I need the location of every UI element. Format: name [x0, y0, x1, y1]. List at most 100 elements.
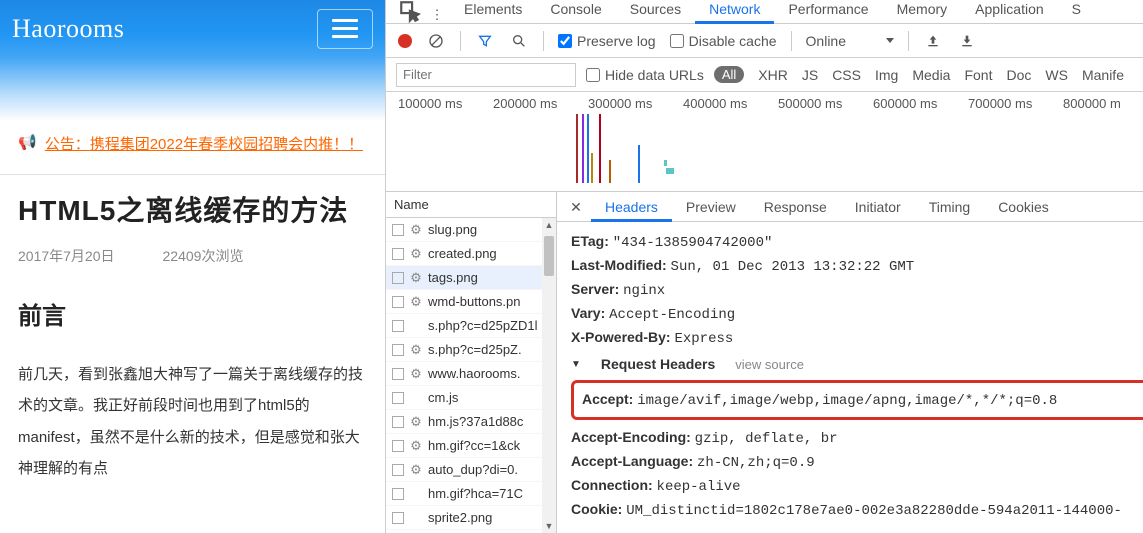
header-gradient: [0, 57, 385, 121]
disable-cache-checkbox[interactable]: Disable cache: [670, 33, 777, 49]
filter-type-font[interactable]: Font: [964, 67, 992, 83]
request-name: tags.png: [428, 270, 478, 285]
checkbox-icon: [392, 440, 404, 452]
filter-type-media[interactable]: Media: [912, 67, 950, 83]
gear-icon: ⚙: [409, 271, 423, 285]
throttling-select[interactable]: Online: [806, 33, 894, 49]
devtools-tab-performance[interactable]: Performance: [774, 0, 882, 23]
hide-data-urls-checkbox[interactable]: Hide data URLs: [586, 67, 704, 83]
devtools-tab-memory[interactable]: Memory: [883, 0, 962, 23]
detail-tab-headers[interactable]: Headers: [591, 193, 672, 222]
request-row[interactable]: ⚙www.haorooms.: [386, 362, 542, 386]
megaphone-icon: 📢: [18, 131, 37, 160]
filter-type-xhr[interactable]: XHR: [758, 67, 788, 83]
article-date: 2017年7月20日: [18, 246, 115, 266]
headers-panel: ETag: "434-1385904742000"Last-Modified: …: [557, 222, 1143, 533]
filter-bar: Hide data URLs All XHR JS CSS Img Media Font Do…: [386, 58, 1143, 92]
detail-tab-response[interactable]: Response: [750, 193, 841, 221]
response-header-row: X-Powered-By: Express: [571, 326, 1143, 350]
gear-icon: ⚙: [409, 439, 423, 453]
detail-tabs: ✕ HeadersPreviewResponseInitiatorTimingC…: [557, 192, 1143, 222]
network-main: Name ⚙slug.png⚙created.png⚙tags.png⚙wmd-…: [386, 192, 1143, 533]
response-header-row: Server: nginx: [571, 278, 1143, 302]
timeline-tick: 700000 ms: [968, 96, 1063, 111]
request-name: sprite2.png: [428, 510, 492, 525]
request-row[interactable]: hm.gif?hca=71C: [386, 482, 542, 506]
filter-type-css[interactable]: CSS: [832, 67, 861, 83]
network-timeline[interactable]: 100000 ms200000 ms300000 ms400000 ms5000…: [386, 92, 1143, 192]
website-panel: Haorooms 📢 公告：携程集团2022年春季校园招聘会内推！！ HTML5…: [0, 0, 386, 533]
request-row[interactable]: s.php?c=d25pZD1l: [386, 314, 542, 338]
scroll-up-button[interactable]: ▲: [545, 218, 554, 232]
request-row[interactable]: ⚙ tags.png: [386, 266, 542, 290]
devtools-tab-application[interactable]: Application: [961, 0, 1058, 23]
triangle-down-icon: ▼: [571, 359, 581, 370]
menu-toggle-button[interactable]: [317, 9, 373, 49]
request-name: created.png: [428, 246, 497, 261]
request-row[interactable]: ⚙hm.js?37a1d88c: [386, 410, 542, 434]
search-icon[interactable]: [509, 31, 529, 51]
request-list-scrollbar[interactable]: ▲ ▼: [542, 218, 556, 533]
article-meta: 2017年7月20日 22409次浏览: [18, 246, 367, 266]
gear-icon: ⚙: [409, 343, 423, 357]
site-title[interactable]: Haorooms: [12, 14, 124, 44]
view-source-link[interactable]: view source: [735, 357, 804, 372]
filter-icon[interactable]: [475, 31, 495, 51]
gear-icon: ⚙: [409, 463, 423, 477]
devtools-tab-network[interactable]: Network: [695, 0, 774, 24]
filter-type-doc[interactable]: Doc: [1006, 67, 1031, 83]
devtools-tab-sources[interactable]: Sources: [616, 0, 695, 23]
record-button[interactable]: [398, 34, 412, 48]
devtools-tab-console[interactable]: Console: [536, 0, 615, 23]
request-header-row: Cookie: UM_distinctid=1802c178e7ae0-002e…: [571, 498, 1143, 522]
detail-tab-initiator[interactable]: Initiator: [841, 193, 915, 221]
timeline-tick: 100000 ms: [398, 96, 493, 111]
request-items: ⚙slug.png⚙created.png⚙tags.png⚙wmd-butto…: [386, 218, 542, 533]
inspect-icon[interactable]: [398, 1, 424, 23]
filter-type-ws[interactable]: WS: [1045, 67, 1068, 83]
request-row[interactable]: ⚙hm.gif?cc=1&ck: [386, 434, 542, 458]
filter-type-manife[interactable]: Manife: [1082, 67, 1124, 83]
request-row[interactable]: ⚙s.php?c=d25pZ.: [386, 338, 542, 362]
filter-type-js[interactable]: JS: [802, 67, 818, 83]
devtools-panel: ⋮ ElementsConsoleSourcesNetworkPerforman…: [386, 0, 1143, 533]
devtools-tab-elements[interactable]: Elements: [450, 0, 536, 23]
file-icon: [409, 391, 423, 405]
devtools-tab-s[interactable]: S: [1058, 0, 1095, 23]
upload-icon[interactable]: [923, 31, 943, 51]
gear-icon: ⚙: [409, 247, 423, 261]
name-column-header[interactable]: Name: [386, 192, 556, 218]
notice-link[interactable]: 公告：携程集团2022年春季校园招聘会内推！！: [45, 131, 363, 160]
clear-icon[interactable]: [426, 31, 446, 51]
request-header-row: Accept-Encoding: gzip, deflate, br: [571, 426, 1143, 450]
request-name: hm.js?37a1d88c: [428, 414, 523, 429]
detail-tab-timing[interactable]: Timing: [915, 193, 985, 221]
timeline-tick: 500000 ms: [778, 96, 873, 111]
request-name: slug.png: [428, 222, 477, 237]
request-row[interactable]: ⚙ created.png: [386, 242, 542, 266]
kebab-menu-icon[interactable]: ⋮: [426, 7, 448, 23]
filter-type-img[interactable]: Img: [875, 67, 898, 83]
close-detail-button[interactable]: ✕: [565, 199, 587, 221]
filter-type-all[interactable]: All: [714, 66, 744, 83]
scroll-down-button[interactable]: ▼: [545, 519, 554, 533]
request-row[interactable]: ⚙wmd-buttons.pn: [386, 290, 542, 314]
download-icon[interactable]: [957, 31, 977, 51]
request-name: auto_dup?di=0.: [428, 462, 518, 477]
preserve-log-checkbox[interactable]: Preserve log: [558, 33, 656, 49]
request-row[interactable]: ⚙slug.png: [386, 218, 542, 242]
detail-tab-cookies[interactable]: Cookies: [984, 193, 1063, 221]
request-row[interactable]: cm.js: [386, 386, 542, 410]
checkbox-icon: [392, 416, 404, 428]
request-row[interactable]: sprite2.png: [386, 506, 542, 530]
detail-tab-preview[interactable]: Preview: [672, 193, 750, 221]
article-title: HTML5之离线缓存的方法: [18, 193, 367, 228]
filter-input[interactable]: [396, 63, 576, 87]
request-row[interactable]: ⚙ auto_dup?di=0.: [386, 458, 542, 482]
scroll-thumb[interactable]: [544, 236, 554, 276]
request-headers-section[interactable]: ▼ Request Headers view source: [571, 350, 1143, 376]
checkbox-icon: [392, 392, 404, 404]
request-list: Name ⚙slug.png⚙created.png⚙tags.png⚙wmd-…: [386, 192, 557, 533]
file-icon: [409, 511, 423, 525]
checkbox-icon: [392, 296, 404, 308]
